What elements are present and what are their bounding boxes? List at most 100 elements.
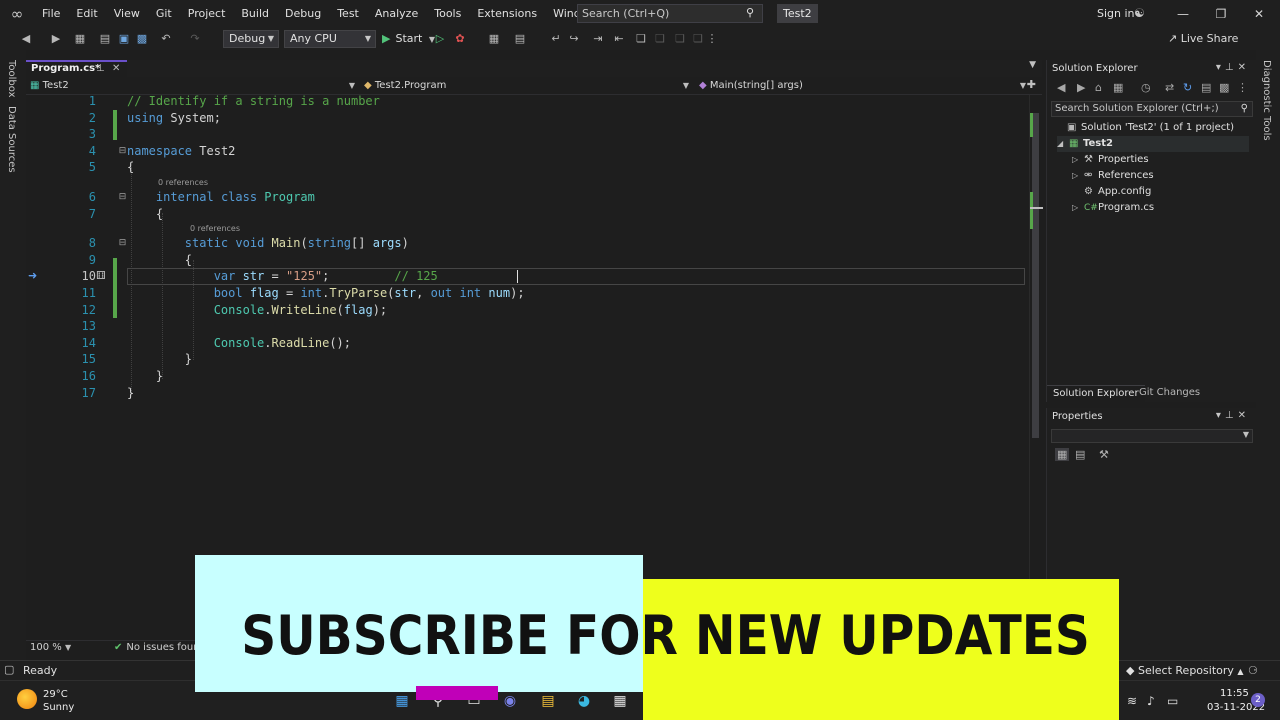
tree-item-program-cs[interactable]: ▷ C#Program.cs [1072,200,1154,216]
lightbulb-icon[interactable]: ⚅ [96,269,106,282]
sync-icon[interactable]: ⇄ [1165,81,1174,94]
chevron-right-icon[interactable]: ▷ [1072,200,1084,216]
menu-view[interactable]: View [106,0,148,28]
panel-controls[interactable]: ▾⊥✕ [1216,62,1250,73]
chevron-right-icon[interactable]: ▷ [1072,152,1084,168]
store-icon[interactable]: ▦ [610,691,630,711]
undo-icon[interactable]: ↶ [158,31,174,47]
select-repository-button[interactable]: ◆ Select Repository ▲ [1126,664,1244,677]
notification-count-badge[interactable]: 2 [1251,693,1265,707]
pending-changes-filter-icon[interactable]: ◷ [1141,81,1151,94]
redo-icon[interactable]: ↷ [187,31,203,47]
menu-edit[interactable]: Edit [68,0,105,28]
menu-analyze[interactable]: Analyze [367,0,426,28]
back-icon[interactable]: ◀ [18,31,34,47]
configuration-dropdown[interactable]: Debug ▼ [223,30,279,48]
prev-bookmark-icon[interactable]: ❏ [652,31,668,47]
start-without-debugging-icon[interactable]: ▷ [432,31,448,47]
member-dropdown[interactable]: ◆ Main(string[] args) ▼ [699,78,1029,94]
hot-reload-icon[interactable]: ✿ [452,31,468,47]
start-button[interactable]: ▶ Start ▼ [382,30,435,48]
menu-extensions[interactable]: Extensions [469,0,545,28]
save-icon[interactable]: ▣ [116,31,132,47]
type-dropdown[interactable]: ◆ Test2.Program ▼ [364,78,692,94]
tree-item-solution[interactable]: ▣ Solution 'Test2' (1 of 1 project) [1055,120,1234,136]
categorized-icon[interactable]: ▦ [1055,448,1070,461]
tab-program-cs[interactable]: Program.cs* ⊥ ✕ [26,60,127,77]
step-icon[interactable]: ↵ [548,31,564,47]
show-all-files-icon[interactable]: ▩ [1219,81,1229,94]
open-folder-icon[interactable]: ▤ [97,31,113,47]
new-project-icon[interactable]: ▦ [72,31,88,47]
toolbar-overflow-icon[interactable]: ⋮ [704,31,720,47]
code-lens-references[interactable]: 0 references [190,224,240,234]
collapse-icon[interactable]: ⊟ [118,193,127,202]
panel-controls[interactable]: ▾⊥✕ [1216,410,1250,421]
menu-test[interactable]: Test [329,0,367,28]
browse-icon[interactable]: ▦ [486,31,502,47]
close-button[interactable]: ✕ [1240,0,1278,28]
object-selector-dropdown[interactable]: ▼ [1051,429,1253,443]
tab-solution-explorer[interactable]: Solution Explorer [1047,385,1145,402]
project-dropdown[interactable]: ▦ Test2 ▼ [30,78,358,94]
outdent-icon[interactable]: ⇤ [611,31,627,47]
next-bookmark-icon[interactable]: ❏ [672,31,688,47]
forward-icon[interactable]: ▶ [48,31,64,47]
zoom-level[interactable]: 100 % ▼ [30,642,71,653]
save-all-icon[interactable]: ▩ [134,31,150,47]
account-icon[interactable]: ☯ [1134,6,1145,20]
layout-icon[interactable]: ▤ [512,31,528,47]
issues-indicator[interactable]: ✔ No issues found [114,642,206,653]
tree-item-project[interactable]: ◢ ▦ Test2 [1057,136,1249,152]
windows-start-icon[interactable]: ▦ [392,691,412,711]
menu-git[interactable]: Git [148,0,180,28]
alphabetical-icon[interactable]: ▤ [1075,448,1085,461]
properties-icon[interactable]: ⋮ [1237,81,1248,94]
search-input[interactable]: Search (Ctrl+Q) ⚲ [577,4,763,23]
chevron-down-icon[interactable]: ◢ [1057,136,1069,152]
sign-in-link[interactable]: Sign in [1097,0,1135,28]
menu-file[interactable]: File [34,0,68,28]
tree-item-references[interactable]: ▷ ⚮ References [1072,168,1154,184]
collapse-all-icon[interactable]: ▤ [1201,81,1211,94]
file-explorer-icon[interactable]: ▤ [538,691,558,711]
forward-icon[interactable]: ▶ [1077,81,1085,94]
solution-search-input[interactable]: Search Solution Explorer (Ctrl+;) ⚲ [1051,101,1253,117]
scrollbar-thumb[interactable] [1032,113,1039,438]
minimize-button[interactable]: — [1164,0,1202,28]
edge-browser-icon[interactable]: ◕ [574,691,594,711]
bookmark-icon[interactable]: ❏ [633,31,649,47]
collapse-icon[interactable]: ⊟ [118,147,127,156]
home-icon[interactable]: ⌂ [1095,81,1102,94]
step-over-icon[interactable]: ↪ [566,31,582,47]
property-pages-icon[interactable]: ⚒ [1099,448,1109,461]
menu-build[interactable]: Build [233,0,277,28]
tree-item-app-config[interactable]: ⚙ App.config [1084,184,1151,200]
toolbox-tab[interactable]: Toolbox [6,60,17,98]
switch-views-icon[interactable]: ▦ [1113,81,1123,94]
collapse-icon[interactable]: ⊟ [118,239,127,248]
tab-overflow-icon[interactable]: ▼ [1029,60,1036,70]
platform-dropdown[interactable]: Any CPU ▼ [284,30,376,48]
teams-chat-icon[interactable]: ◉ [500,691,520,711]
menu-tools[interactable]: Tools [426,0,469,28]
battery-icon[interactable]: ▭ [1167,694,1178,708]
menu-debug[interactable]: Debug [277,0,329,28]
indent-icon[interactable]: ⇥ [590,31,606,47]
pin-icon[interactable]: ⊥ [96,62,105,76]
maximize-button[interactable]: ❐ [1202,0,1240,28]
sun-icon[interactable] [17,689,37,709]
live-share-button[interactable]: ↗ Live Share [1168,31,1238,47]
code-lens-references[interactable]: 0 references [158,178,208,188]
tab-git-changes[interactable]: Git Changes [1133,385,1206,402]
refresh-icon[interactable]: ↻ [1183,81,1192,94]
notifications-bell-icon[interactable]: ⚆ [1248,664,1258,677]
back-icon[interactable]: ◀ [1057,81,1065,94]
close-icon[interactable]: ✕ [112,62,120,76]
menu-project[interactable]: Project [180,0,234,28]
editor-scrollbar[interactable] [1029,95,1043,640]
data-sources-tab[interactable]: Data Sources [6,106,17,173]
wifi-icon[interactable]: ≋ [1127,694,1137,708]
clock-time[interactable]: 11:55 [1220,688,1249,699]
volume-icon[interactable]: ♪ [1147,694,1155,708]
